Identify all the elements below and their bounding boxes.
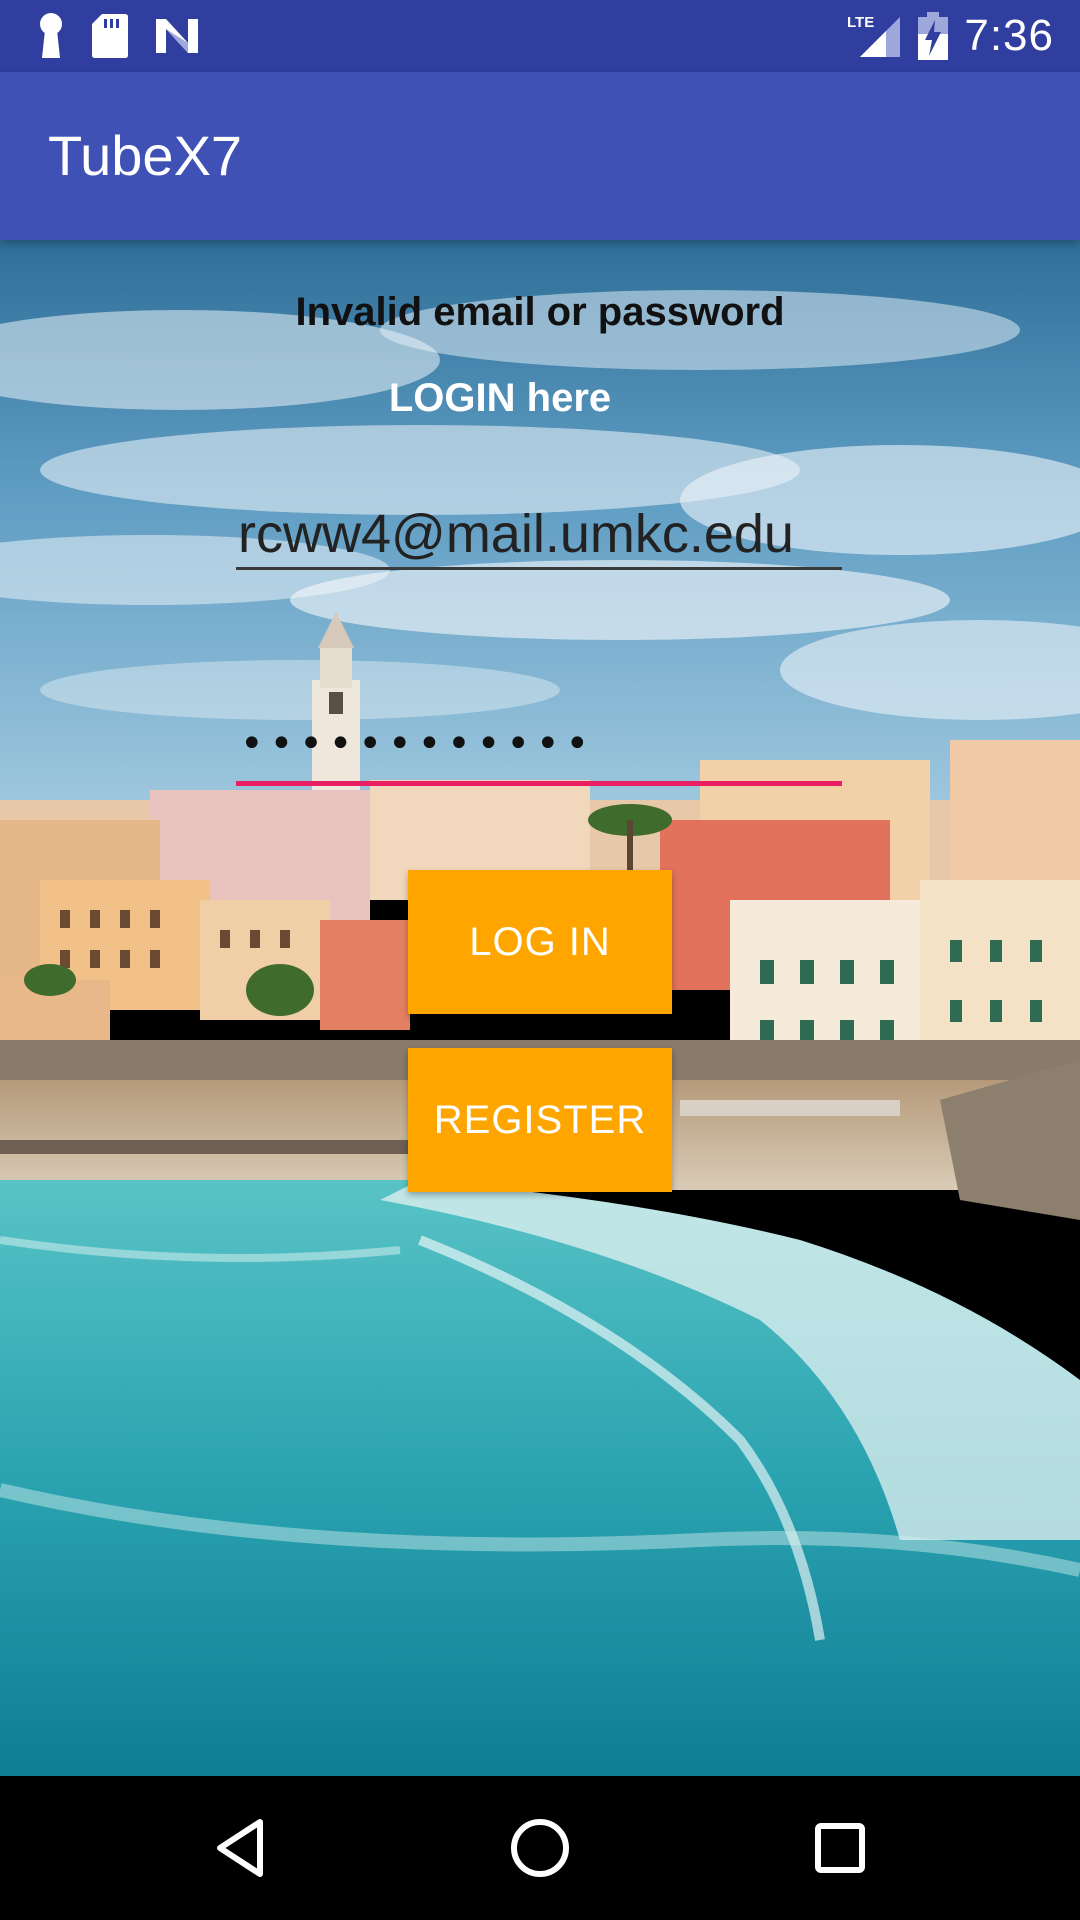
home-icon[interactable] — [504, 1812, 576, 1884]
n-logo-icon — [156, 19, 198, 53]
login-content: Invalid email or password LOGIN here LOG… — [0, 240, 1080, 1776]
password-field[interactable] — [236, 706, 842, 786]
battery-charging-icon — [918, 12, 949, 60]
status-right-icons: LTE 7:36 — [846, 10, 1054, 62]
navigation-bar — [0, 1776, 1080, 1920]
back-icon[interactable] — [206, 1812, 278, 1884]
svg-text:LTE: LTE — [847, 14, 874, 31]
login-error-message: Invalid email or password — [295, 290, 785, 334]
status-left-icons — [36, 12, 200, 60]
email-field[interactable] — [236, 500, 842, 570]
register-button[interactable]: REGISTER — [408, 1048, 672, 1192]
app-bar: TubeX7 — [0, 72, 1080, 240]
recents-icon[interactable] — [804, 1812, 876, 1884]
login-button[interactable]: LOG IN — [408, 870, 672, 1014]
keyhole-icon — [40, 13, 62, 58]
screen: LTE 7:36 TubeX7 Invalid email or passwor… — [0, 0, 1080, 1920]
app-title: TubeX7 — [48, 124, 243, 187]
lte-signal-icon: LTE — [847, 14, 901, 57]
login-heading: LOGIN here — [388, 376, 612, 420]
status-bar: LTE 7:36 — [0, 0, 1080, 72]
status-time: 7:36 — [964, 11, 1054, 60]
sd-card-icon — [92, 14, 128, 58]
